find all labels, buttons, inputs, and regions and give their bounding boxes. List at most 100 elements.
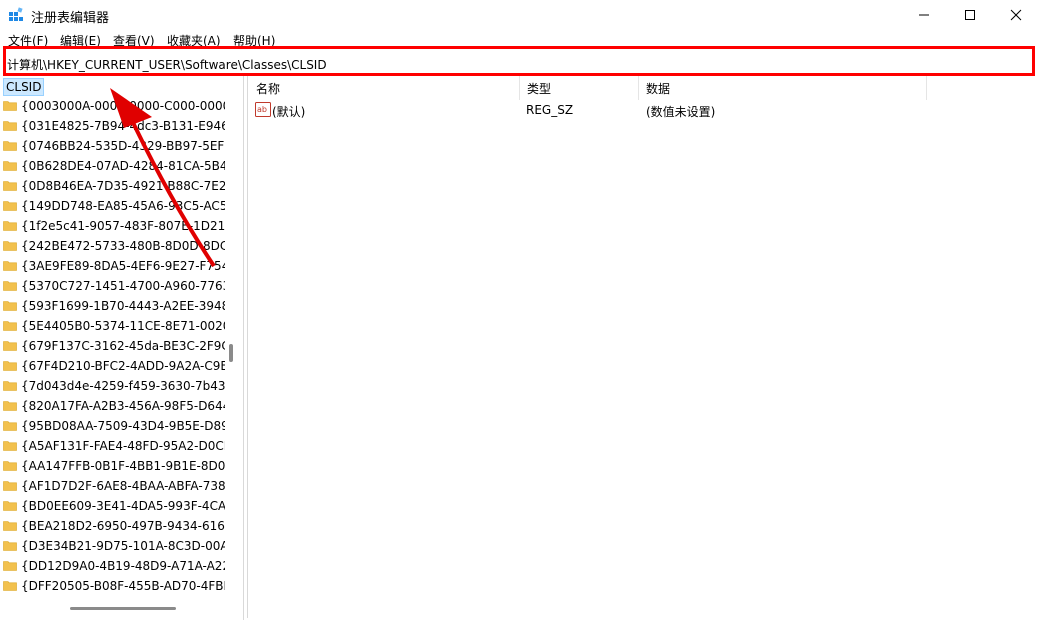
tree-item[interactable]: {5370C727-1451-4700-A960-776309	[3, 276, 225, 296]
folder-icon	[3, 261, 17, 271]
tree-item[interactable]: {BEA218D2-6950-497B-9434-61683	[3, 516, 225, 536]
folder-icon	[3, 241, 17, 251]
value-data: (数值未设置)	[646, 105, 716, 119]
registry-editor-icon	[9, 7, 23, 21]
tree-item[interactable]: {7d043d4e-4259-f459-3630-7b434f	[3, 376, 225, 396]
tree-item-label: {A5AF131F-FAE4-48FD-95A2-D0CE5	[21, 439, 225, 453]
tree-item[interactable]: {679F137C-3162-45da-BE3C-2F9C3	[3, 336, 225, 356]
folder-icon	[3, 201, 17, 211]
folder-icon	[3, 521, 17, 531]
column-header-name[interactable]: 名称	[248, 76, 520, 100]
tree-item[interactable]: {AA147FFB-0B1F-4BB1-9B1E-8D062	[3, 456, 225, 476]
folder-icon	[3, 441, 17, 451]
tree-item-label: {242BE472-5733-480B-8D0D-8DC3I	[21, 239, 225, 253]
menu-bar: 文件(F) 编辑(E) 查看(V) 收藏夹(A) 帮助(H)	[0, 30, 1040, 46]
address-path[interactable]: 计算机\HKEY_CURRENT_USER\Software\Classes\C…	[7, 56, 327, 73]
menu-help[interactable]: 帮助(H)	[233, 32, 275, 46]
folder-icon	[3, 581, 17, 591]
folder-icon	[3, 501, 17, 511]
menu-file[interactable]: 文件(F)	[8, 32, 48, 46]
key-tree-pane[interactable]: CLSID {0003000A-0000-0000-C000-000000 {03…	[0, 76, 244, 620]
tree-item[interactable]: {1f2e5c41-9057-483F-807E-1D21C4	[3, 216, 225, 236]
tree-item[interactable]: {031E4825-7B94-4dc3-B131-E946B4	[3, 116, 225, 136]
tree-item[interactable]: {593F1699-1B70-4443-A2EE-39483I	[3, 296, 225, 316]
tree-item[interactable]: {0746BB24-535D-4329-BB97-5EF5E	[3, 136, 225, 156]
tree-item-label: {1f2e5c41-9057-483F-807E-1D21C4	[21, 219, 225, 233]
menu-edit[interactable]: 编辑(E)	[60, 32, 101, 46]
tree-item[interactable]: {5E4405B0-5374-11CE-8E71-0020A	[3, 316, 225, 336]
tree-item-label: {031E4825-7B94-4dc3-B131-E946B4	[21, 119, 225, 133]
tree-item-label: {820A17FA-A2B3-456A-98F5-D6442	[21, 399, 225, 413]
folder-icon	[3, 161, 17, 171]
tree-item-label: {BEA218D2-6950-497B-9434-61683	[21, 519, 225, 533]
tree-item[interactable]: {D3E34B21-9D75-101A-8C3D-00AA	[3, 536, 225, 556]
tree-item-label: {679F137C-3162-45da-BE3C-2F9C3	[21, 339, 225, 353]
folder-icon	[3, 481, 17, 491]
folder-icon	[3, 381, 17, 391]
tree-item[interactable]: {BD0EE609-3E41-4DA5-993F-4CA96	[3, 496, 225, 516]
column-header-data[interactable]: 数据	[638, 76, 927, 100]
tree-item[interactable]: {0D8B46EA-7D35-4921-B88C-7E2B7	[3, 176, 225, 196]
value-row[interactable]: ab (默认) REG_SZ (数值未设置)	[248, 100, 1039, 120]
close-icon	[1010, 9, 1022, 21]
folder-icon	[3, 361, 17, 371]
tree-item-label: {3AE9FE89-8DA5-4EF6-9E27-F7547I	[21, 259, 225, 273]
maximize-button[interactable]	[947, 0, 993, 30]
folder-icon	[3, 561, 17, 571]
close-button[interactable]	[993, 0, 1039, 30]
tree-item[interactable]: {820A17FA-A2B3-456A-98F5-D6442	[3, 396, 225, 416]
tree-item[interactable]: {149DD748-EA85-45A6-93C5-AC50I	[3, 196, 225, 216]
folder-icon	[3, 281, 17, 291]
folder-icon	[3, 141, 17, 151]
folder-icon	[3, 301, 17, 311]
folder-icon	[3, 461, 17, 471]
tree-item-label: {0D8B46EA-7D35-4921-B88C-7E2B7	[21, 179, 225, 193]
tree-horizontal-scrollbar[interactable]	[70, 607, 176, 610]
tree-item-label: {95BD08AA-7509-43D4-9B5E-D899	[21, 419, 225, 433]
folder-icon	[3, 181, 17, 191]
tree-item-label: {5E4405B0-5374-11CE-8E71-0020A	[21, 319, 225, 333]
tree-item-label: {67F4D210-BFC2-4ADD-9A2A-C9B9	[21, 359, 225, 373]
minimize-icon	[919, 14, 929, 16]
value-name: (默认)	[272, 105, 306, 119]
tree-item[interactable]: {AF1D7D2F-6AE8-4BAA-ABFA-73820	[3, 476, 225, 496]
values-pane[interactable]: 名称 类型 数据 ab (默认) REG_SZ (数值未设置)	[247, 76, 1039, 618]
column-header-type[interactable]: 类型	[519, 76, 639, 100]
address-bar[interactable]: 计算机\HKEY_CURRENT_USER\Software\Classes\C…	[3, 46, 1035, 76]
folder-icon	[3, 341, 17, 351]
tree-item[interactable]: {67F4D210-BFC2-4ADD-9A2A-C9B9	[3, 356, 225, 376]
value-type: REG_SZ	[526, 103, 574, 117]
tree-item[interactable]: {3AE9FE89-8DA5-4EF6-9E27-F7547I	[3, 256, 225, 276]
folder-icon	[3, 421, 17, 431]
tree-item-label: {5370C727-1451-4700-A960-776309	[21, 279, 225, 293]
tree-item[interactable]: {DFF20505-B08F-455B-AD70-4FBD0	[3, 576, 225, 596]
folder-icon	[3, 321, 17, 331]
tree-item[interactable]: {95BD08AA-7509-43D4-9B5E-D899	[3, 416, 225, 436]
tree-item[interactable]: {0003000A-0000-0000-C000-000000	[3, 96, 225, 116]
tree-item-label: {0003000A-0000-0000-C000-000000	[21, 99, 225, 113]
tree-item[interactable]: {242BE472-5733-480B-8D0D-8DC3I	[3, 236, 225, 256]
tree-item[interactable]: {0B628DE4-07AD-4284-81CA-5B439	[3, 156, 225, 176]
folder-icon	[3, 541, 17, 551]
tree-item[interactable]: {A5AF131F-FAE4-48FD-95A2-D0CE5	[3, 436, 225, 456]
tree-item-label: {0B628DE4-07AD-4284-81CA-5B439	[21, 159, 225, 173]
menu-view[interactable]: 查看(V)	[113, 32, 155, 46]
tree-item-label: {AF1D7D2F-6AE8-4BAA-ABFA-73820	[21, 479, 225, 493]
menu-favorites[interactable]: 收藏夹(A)	[167, 32, 221, 46]
minimize-button[interactable]	[901, 0, 947, 30]
tree-vertical-scrollbar[interactable]	[229, 344, 233, 362]
string-value-icon: ab	[255, 102, 271, 117]
tree-item[interactable]: {DD12D9A0-4B19-48D9-A71A-A22D	[3, 556, 225, 576]
tree-item-label: {593F1699-1B70-4443-A2EE-39483I	[21, 299, 225, 313]
title-bar: 注册表编辑器	[0, 0, 1040, 30]
window-title: 注册表编辑器	[31, 11, 110, 26]
tree-item-label: {BD0EE609-3E41-4DA5-993F-4CA96	[21, 499, 225, 513]
folder-icon	[3, 101, 17, 111]
tree-item-label: {0746BB24-535D-4329-BB97-5EF5E	[21, 139, 225, 153]
folder-icon	[3, 121, 17, 131]
tree-item-label: {149DD748-EA85-45A6-93C5-AC50I	[21, 199, 225, 213]
tree-item-label: {AA147FFB-0B1F-4BB1-9B1E-8D062	[21, 459, 225, 473]
tree-item-selected[interactable]: CLSID	[3, 78, 45, 96]
tree-item-label: {DD12D9A0-4B19-48D9-A71A-A22D	[21, 559, 225, 573]
tree-item-label: {D3E34B21-9D75-101A-8C3D-00AA	[21, 539, 225, 553]
